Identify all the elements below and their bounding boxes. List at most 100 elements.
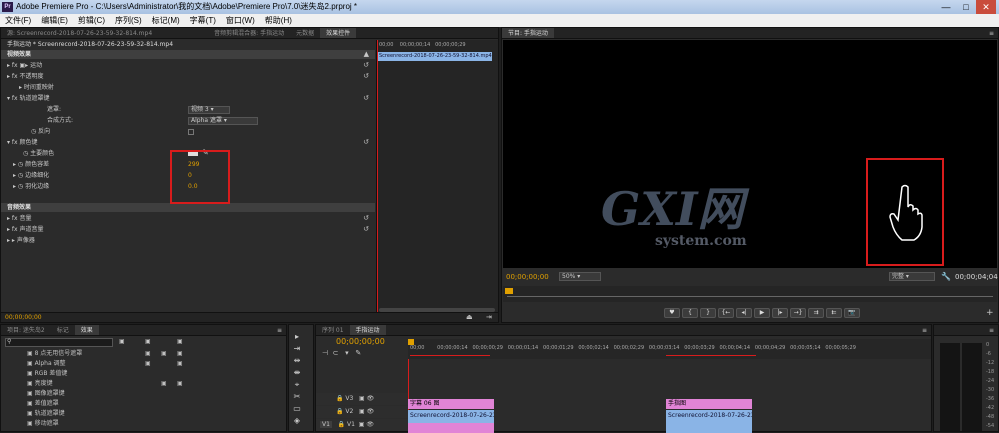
razor-tool-icon[interactable]: ✂ — [291, 391, 303, 402]
tab-source[interactable]: 源: Screenrecord-2018-07-26-23-59-32-814.… — [1, 28, 158, 38]
track-select-tool-icon[interactable]: ⇥ — [291, 343, 303, 354]
go-to-out-button[interactable]: →} — [790, 308, 806, 318]
snap-icon[interactable]: ⊣ — [322, 349, 328, 357]
yuv-effects-icon[interactable]: ▣ — [177, 338, 183, 345]
title-clip[interactable]: 手指图 — [666, 399, 752, 409]
menu-window[interactable]: 窗口(W) — [221, 14, 260, 27]
panel-menu-icon[interactable]: ≡ — [277, 325, 286, 335]
add-button-icon[interactable]: + — [986, 308, 994, 318]
mark-out-button[interactable]: } — [700, 308, 716, 318]
close-button[interactable]: ✕ — [976, 0, 996, 14]
reset-icon[interactable]: ↺ — [363, 214, 369, 222]
step-back-button[interactable]: ◂| — [736, 308, 752, 318]
step-forward-button[interactable]: |▸ — [772, 308, 788, 318]
zoom-dropdown[interactable]: 50% ▾ — [559, 272, 601, 281]
tab-sequence-01[interactable]: 序列 01 — [316, 325, 350, 335]
list-item[interactable]: ▣ 轨道遮罩键 — [1, 409, 261, 418]
effects-search-input[interactable]: ⚲ — [5, 338, 113, 347]
menu-marker[interactable]: 标记(M) — [147, 14, 185, 27]
go-to-in-button[interactable]: {← — [718, 308, 734, 318]
rate-stretch-tool-icon[interactable]: ⌖ — [291, 379, 303, 390]
mark-in-button[interactable]: { — [682, 308, 698, 318]
title-clip[interactable]: 字幕 06 图 — [408, 399, 494, 409]
marker-icon[interactable]: ▾ — [345, 349, 349, 357]
tab-markers[interactable]: 标记 — [51, 325, 75, 335]
effect-panner[interactable]: ▸ ▸ 声像器 — [7, 236, 35, 245]
quality-dropdown[interactable]: 完整 ▾ — [889, 272, 935, 281]
pen-tool-icon[interactable]: ◈ — [291, 415, 303, 426]
slip-tool-icon[interactable]: ▭ — [291, 403, 303, 414]
scroll-up-icon[interactable]: ▲ — [364, 50, 369, 58]
tab-metadata[interactable]: 元数据 — [290, 28, 320, 38]
list-item[interactable]: ▣ 图像遮罩键 — [1, 389, 261, 398]
export-icon[interactable]: ⇥ — [486, 313, 492, 321]
add-marker-button[interactable]: ♥ — [664, 308, 680, 318]
track-header-v2[interactable]: 🔒 V2 ▣ 👁 — [316, 406, 408, 418]
reset-icon[interactable]: ↺ — [363, 225, 369, 233]
reset-icon[interactable]: ↺ — [363, 72, 369, 80]
tab-audio-mixer[interactable]: 音频剪辑混合器: 手指运动 — [208, 28, 290, 38]
list-item[interactable]: ▣ 差值遮罩 — [1, 399, 261, 408]
32bit-effects-icon[interactable]: ▣ — [145, 338, 151, 345]
tab-project[interactable]: 项目: 迷失岛2 — [1, 325, 51, 335]
timeline-timecode[interactable]: 00;00;00;00 — [336, 337, 385, 346]
accelerated-effects-icon[interactable]: ▣ — [119, 338, 125, 345]
play-button[interactable]: ▶ — [754, 308, 770, 318]
maximize-button[interactable]: □ — [956, 0, 976, 14]
video-clip[interactable]: Screenrecord-2018-07-26-23-59 — [666, 410, 752, 423]
effect-volume[interactable]: ▸ fx 音量 — [7, 214, 32, 223]
track-header-v3[interactable]: 🔒 V3 ▣ 👁 — [316, 393, 408, 405]
effect-timecode[interactable]: 00;00;00;00 — [5, 314, 42, 321]
effect-color-key[interactable]: ▾ fx 颜色键 — [7, 138, 38, 147]
ripple-edit-tool-icon[interactable]: ⇹ — [291, 355, 303, 366]
list-item[interactable]: ▣ 8 点无用信号遮罩 ▣ ▣ ▣ — [1, 349, 261, 358]
rolling-edit-tool-icon[interactable]: ⇼ — [291, 367, 303, 378]
panel-menu-icon[interactable]: ≡ — [922, 325, 931, 335]
filter-icon[interactable]: ⏏ — [466, 313, 473, 321]
program-playhead[interactable] — [505, 288, 513, 294]
insert-button[interactable]: ⇉ — [808, 308, 824, 318]
reverse-checkbox[interactable] — [188, 129, 194, 135]
menu-sequence[interactable]: 序列(S) — [110, 14, 147, 27]
tab-effect-controls[interactable]: 效果控件 — [320, 28, 357, 38]
tab-effects[interactable]: 效果 — [74, 325, 99, 335]
menu-help[interactable]: 帮助(H) — [260, 14, 297, 27]
tab-finger-motion[interactable]: 手指运动 — [349, 325, 386, 335]
minimize-button[interactable]: — — [936, 0, 956, 14]
selection-tool-icon[interactable]: ▸ — [291, 331, 303, 342]
panel-menu-icon[interactable]: ≡ — [989, 28, 998, 38]
list-item[interactable]: ▣ Alpha 调整 ▣ ▣ — [1, 359, 261, 368]
menu-clip[interactable]: 剪辑(C) — [73, 14, 110, 27]
reset-icon[interactable]: ↺ — [363, 94, 369, 102]
tab-program[interactable]: 节目: 手指运动 — [502, 28, 554, 38]
reset-icon[interactable]: ↺ — [363, 61, 369, 69]
effect-motion[interactable]: ▸ fx ▣▸ 运动 — [7, 61, 42, 70]
list-item[interactable]: ▣ 移动遮罩 — [1, 419, 261, 428]
effect-time-remap[interactable]: ▸ 时间重映射 — [19, 83, 54, 92]
wrench-icon[interactable]: 🔧 — [941, 272, 951, 281]
list-item[interactable]: ▣ 亮度键 ▣ ▣ — [1, 379, 261, 388]
timeline-playhead[interactable] — [408, 339, 414, 345]
menu-title[interactable]: 字幕(T) — [185, 14, 221, 27]
list-item[interactable]: ▣ RGB 差值键 — [1, 369, 261, 378]
composite-dropdown[interactable]: Alpha 遮罩 ▾ — [188, 117, 258, 125]
panel-menu-icon[interactable]: ≡ — [989, 325, 998, 335]
link-icon[interactable]: ⊂ — [333, 349, 339, 357]
program-timecode[interactable]: 00;00;00;00 — [506, 273, 549, 281]
timeline-ruler[interactable]: 00;00 00;00;00;14 00;00;00;29 00;00;01;1… — [408, 339, 931, 359]
menu-file[interactable]: 文件(F) — [0, 14, 36, 27]
effect-track-matte[interactable]: ▾ fx 轨道遮罩键 — [7, 94, 50, 103]
mini-clip-bar[interactable]: Screenrecord-2018-07-26-23-59-32-814.mp4 — [377, 52, 492, 61]
overwrite-button[interactable]: ⇇ — [826, 308, 842, 318]
program-mini-ruler[interactable] — [503, 286, 997, 302]
video-clip[interactable]: Screenrecord-2018-07-26-23-59 — [408, 410, 494, 423]
program-viewer[interactable]: GXI网 system.com — [503, 40, 997, 268]
effect-opacity[interactable]: ▸ fx 不透明度 — [7, 72, 44, 81]
effect-channel-volume[interactable]: ▸ fx 声道音量 — [7, 225, 44, 234]
export-frame-button[interactable]: 📷 — [844, 308, 860, 318]
settings-icon[interactable]: ✎ — [355, 349, 361, 357]
reset-icon[interactable]: ↺ — [363, 138, 369, 146]
track-header-v1[interactable]: V1 🔒 V1 ▣ 👁 — [316, 419, 408, 431]
matte-dropdown[interactable]: 视频 3 ▾ — [188, 106, 230, 114]
menu-edit[interactable]: 编辑(E) — [36, 14, 73, 27]
